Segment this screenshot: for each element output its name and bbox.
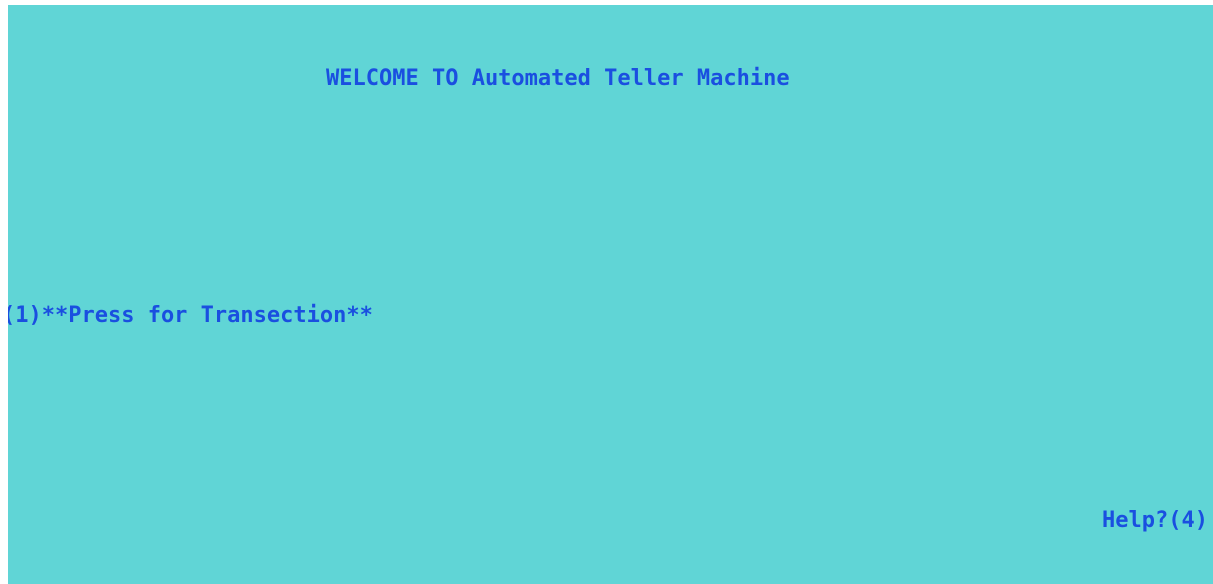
welcome-title: WELCOME TO Automated Teller Machine [326,66,790,91]
press-for-transaction-option[interactable]: (1)**Press for Transection** [8,302,373,330]
atm-console-screen: WELCOME TO Automated Teller Machine (1)*… [8,5,1213,584]
help-option[interactable]: Help?(4) [1102,507,1208,535]
